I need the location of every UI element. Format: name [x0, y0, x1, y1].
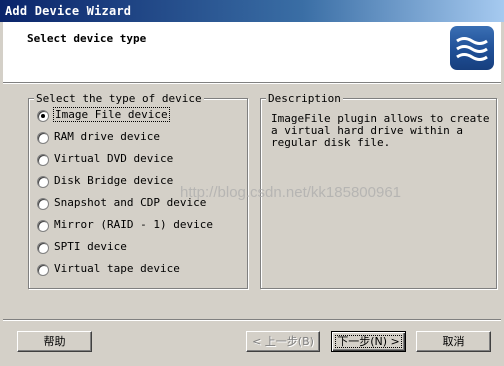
radio-button-icon[interactable]: [37, 242, 49, 254]
radio-label: Image File device: [53, 107, 170, 122]
radio-button-icon[interactable]: [37, 110, 49, 122]
radio-label: Virtual DVD device: [54, 152, 174, 165]
wizard-header: Select device type: [3, 22, 501, 82]
radio-button-icon[interactable]: [37, 132, 49, 144]
radio-label: Virtual tape device: [54, 262, 180, 275]
wave-logo-icon: [450, 26, 494, 70]
radio-button-icon[interactable]: [37, 176, 49, 188]
radio-button-icon[interactable]: [37, 220, 49, 232]
page-title: Select device type: [27, 32, 147, 45]
radio-label: Disk Bridge device: [54, 174, 174, 187]
description-legend: Description: [266, 92, 343, 105]
radio-label: Mirror (RAID - 1) device: [54, 218, 213, 231]
radio-button-icon[interactable]: [37, 198, 49, 210]
watermark: http://blog.csdn.net/kk185800961: [180, 184, 402, 201]
next-button[interactable]: 下一步(N) >: [331, 331, 406, 352]
window-title: Add Device Wizard: [5, 4, 132, 18]
cancel-button[interactable]: 取消: [416, 331, 491, 352]
help-button[interactable]: 帮助: [17, 331, 92, 352]
radio-label: RAM drive device: [54, 130, 160, 143]
title-bar: Add Device Wizard: [0, 0, 504, 22]
back-button[interactable]: < 上一步(B): [246, 331, 320, 352]
radio-button-icon[interactable]: [37, 264, 49, 276]
radio-button-icon[interactable]: [37, 154, 49, 166]
radio-label: SPTI device: [54, 240, 127, 253]
device-type-legend: Select the type of device: [34, 92, 204, 105]
description-text: ImageFile plugin allows to create a virt…: [271, 112, 490, 149]
